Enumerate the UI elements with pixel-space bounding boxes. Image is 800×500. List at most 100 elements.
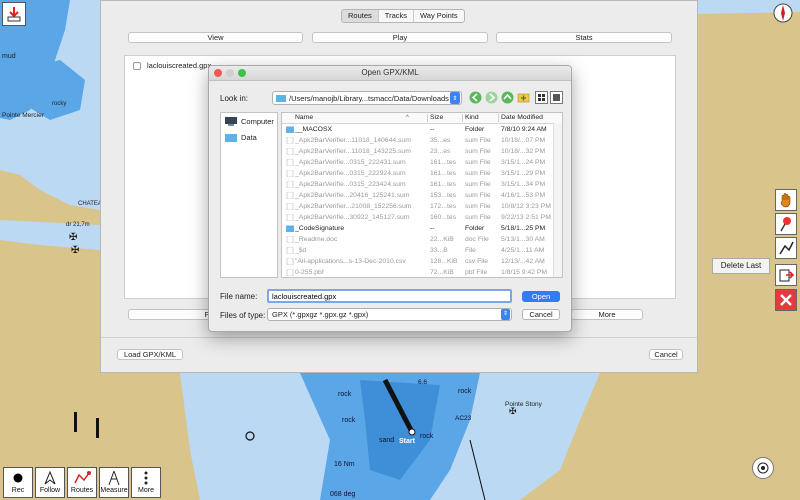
file-list-scrollbar[interactable] bbox=[553, 123, 562, 277]
pin-icon bbox=[780, 217, 791, 232]
file-name: _Apk2BarVerifie...20416_125241.sum bbox=[295, 192, 410, 199]
chart-label-rock-a: rock bbox=[338, 391, 352, 398]
file-kind: sum File bbox=[465, 192, 491, 199]
table-row[interactable]: _Apk2BarVerifie...0315_222431.sum 161...t… bbox=[282, 157, 552, 168]
export-tool-button[interactable] bbox=[775, 264, 797, 286]
table-row[interactable]: __MACOSX -- Folder 7/8/10 9:24 AM bbox=[282, 124, 552, 135]
file-name-input[interactable] bbox=[267, 289, 512, 303]
download-button[interactable] bbox=[2, 2, 26, 26]
open-button[interactable]: Open bbox=[522, 291, 560, 302]
file-name: _Apk2BarVerifier...21008_152256.sum bbox=[295, 203, 412, 210]
routes-toolbar-button[interactable]: Routes bbox=[67, 467, 97, 498]
close-icon bbox=[780, 294, 792, 306]
list-item[interactable]: laclouiscreated.gpx bbox=[133, 61, 211, 70]
file-size: 22...KiB bbox=[430, 236, 454, 243]
tab-routes[interactable]: Routes bbox=[342, 10, 378, 22]
file-name: _Readme.doc bbox=[295, 236, 338, 243]
dialog-cancel-button[interactable]: Cancel bbox=[522, 309, 560, 320]
tab-tracks[interactable]: Tracks bbox=[377, 10, 413, 22]
file-date: 12/13/...42 AM bbox=[501, 258, 545, 265]
file-name: _Apk2BarVerifier...11018_140644.sum bbox=[295, 137, 411, 144]
table-row[interactable]: _Apk2BarVerifier...11018_143225.sum 23...… bbox=[282, 146, 552, 157]
load-gpx-button[interactable]: Load GPX/KML bbox=[117, 349, 183, 360]
close-tool-button[interactable] bbox=[775, 289, 797, 311]
locate-button[interactable] bbox=[752, 457, 774, 479]
follow-toolbar-button[interactable]: Follow bbox=[35, 467, 65, 498]
file-size: 153...tes bbox=[430, 192, 457, 199]
more-button[interactable]: More bbox=[571, 309, 643, 320]
play-button[interactable]: Play bbox=[312, 32, 488, 43]
download-icon bbox=[7, 7, 21, 22]
new-folder-icon[interactable] bbox=[517, 91, 530, 104]
more-toolbar-button[interactable]: More bbox=[131, 467, 161, 498]
file-icon bbox=[286, 181, 294, 188]
chart-label-rock-b: rock bbox=[458, 388, 472, 395]
column-kind[interactable]: Kind bbox=[465, 113, 479, 123]
table-row[interactable]: 0-255.pbf 72...KiB pbf File 1/8/15 9:42 PM bbox=[282, 267, 552, 277]
look-in-label: Look in: bbox=[220, 94, 249, 103]
table-row[interactable]: _CodeSignature -- Folder 5/18/1...25 PM bbox=[282, 223, 552, 234]
column-date[interactable]: Date Modified bbox=[501, 113, 543, 123]
file-icon bbox=[286, 214, 294, 221]
route-line-tool-button[interactable] bbox=[775, 237, 797, 259]
table-row[interactable]: _Apk2BarVerifie...0315_223424.sum 161...t… bbox=[282, 179, 552, 190]
file-name: _Apk2BarVerifie...0315_223424.sum bbox=[295, 181, 406, 188]
view-button[interactable]: View bbox=[128, 32, 303, 43]
file-icon bbox=[286, 269, 294, 276]
parent-folder-icon[interactable] bbox=[501, 91, 514, 104]
table-row[interactable]: _Readme.doc 22...KiB doc File 5/13/1...30 A… bbox=[282, 234, 552, 245]
chart-label-rocky: rocky bbox=[52, 101, 66, 107]
file-date: 4/16/1...53 PM bbox=[501, 192, 546, 199]
file-size: -- bbox=[430, 126, 435, 133]
folder-icon bbox=[286, 225, 294, 232]
file-kind: pbf File bbox=[465, 269, 488, 276]
column-size[interactable]: Size bbox=[430, 113, 443, 123]
forward-icon[interactable] bbox=[485, 91, 498, 104]
file-size: 161...tes bbox=[430, 181, 457, 188]
dialog-titlebar[interactable]: Open GPX/KML bbox=[209, 66, 571, 81]
export-icon bbox=[779, 269, 794, 282]
chart-label-sand: sand bbox=[379, 437, 394, 444]
sidebar-item-data[interactable]: Data bbox=[225, 133, 257, 142]
hand-icon bbox=[780, 193, 791, 208]
panel-cancel-button[interactable]: Cancel bbox=[649, 349, 683, 360]
anchor-icon: ✠ bbox=[69, 232, 77, 243]
look-in-combobox[interactable]: /Users/manojb/Library...tsmacc/Data/Down… bbox=[272, 91, 462, 105]
sidebar-item-computer[interactable]: Computer bbox=[225, 117, 274, 126]
file-size: 23...es bbox=[430, 148, 451, 155]
table-row[interactable]: _Apk2BarVerifier...21008_152256.sum 172..… bbox=[282, 201, 552, 212]
chart-label-16nm: 16 Nm bbox=[334, 461, 355, 468]
list-view-icon[interactable] bbox=[535, 91, 548, 104]
measure-toolbar-button[interactable]: Measure bbox=[99, 467, 129, 498]
file-size: 35...es bbox=[430, 137, 451, 144]
route-checkbox[interactable] bbox=[133, 61, 141, 70]
compass-icon[interactable] bbox=[773, 3, 793, 23]
table-row[interactable]: _Apk2BarVerifier...11018_140644.sum 35...… bbox=[282, 135, 552, 146]
chart-label-dr: dr 21,7m bbox=[66, 222, 90, 228]
back-icon[interactable] bbox=[469, 91, 482, 104]
anchor-icon-3: ✠ bbox=[509, 406, 517, 416]
table-row[interactable]: _Apk2BarVerifie...20416_125241.sum 153...… bbox=[282, 190, 552, 201]
column-name[interactable]: Name bbox=[295, 113, 313, 123]
delete-last-button[interactable]: Delete Last bbox=[712, 258, 770, 274]
table-row[interactable]: _Apk2BarVerifie...30922_145127.sum 160...… bbox=[282, 212, 552, 223]
file-name-label: File name: bbox=[220, 292, 258, 301]
tab-waypoints[interactable]: Way Points bbox=[413, 10, 464, 22]
hand-tool-button[interactable] bbox=[775, 189, 797, 211]
detail-view-icon[interactable] bbox=[550, 91, 563, 104]
file-kind: sum File bbox=[465, 203, 491, 210]
stats-button[interactable]: Stats bbox=[496, 32, 672, 43]
pin-tool-button[interactable] bbox=[775, 213, 797, 235]
files-of-type-select[interactable]: GPX (*.gpxgz *.gpx.gz *.gpx) ⇕ bbox=[267, 308, 512, 321]
sidebar-item-label: Data bbox=[241, 133, 257, 142]
table-row[interactable]: "All-applications...s-13-Dec-2010.csv 128… bbox=[282, 256, 552, 267]
file-list-header: Name ^ Size Kind Date Modified bbox=[282, 113, 562, 124]
look-in-path: /Users/manojb/Library...tsmacc/Data/Down… bbox=[289, 93, 449, 103]
table-row[interactable]: _$d 33...B File 4/25/1...11 AM bbox=[282, 245, 552, 256]
follow-arrow-icon bbox=[44, 471, 56, 485]
file-size: 33...B bbox=[430, 247, 448, 254]
chart-label-val66: 6.6 bbox=[418, 379, 427, 386]
rec-button[interactable]: Rec bbox=[3, 467, 33, 498]
table-row[interactable]: _Apk2BarVerifie...0315_222924.sum 161...t… bbox=[282, 168, 552, 179]
file-icon bbox=[286, 247, 294, 254]
